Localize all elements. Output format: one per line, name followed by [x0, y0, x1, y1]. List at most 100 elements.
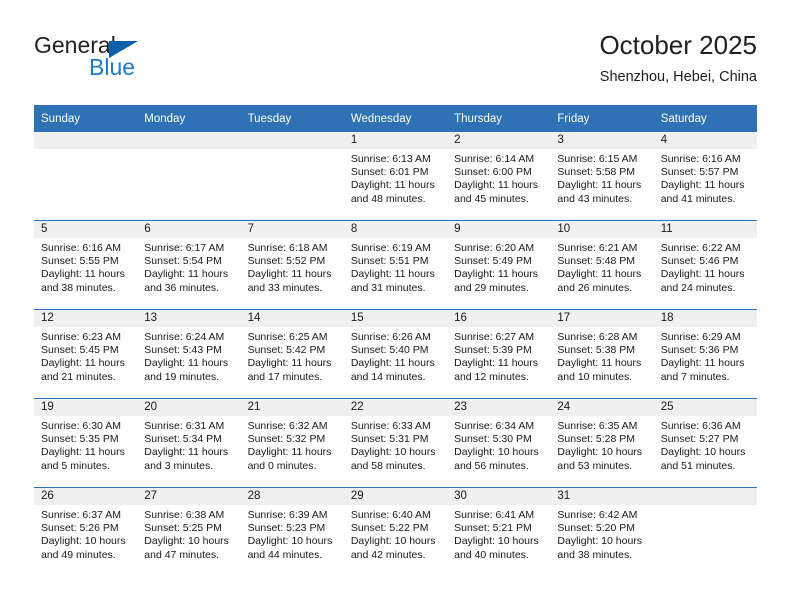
calendar-day-cell[interactable]: 19 Sunrise: 6:30 AM Sunset: 5:35 PM Dayligh…	[34, 398, 138, 488]
calendar-day-cell[interactable]: 13 Sunrise: 6:24 AM Sunset: 5:43 PM Dayligh…	[137, 309, 241, 399]
day-cell-inner	[240, 132, 344, 220]
calendar-day-cell[interactable]: 29 Sunrise: 6:40 AM Sunset: 5:22 PM Dayligh…	[343, 487, 448, 576]
daylight-line-2: and 47 minutes.	[144, 548, 219, 561]
daylight-line-2: and 33 minutes.	[247, 281, 323, 294]
day-details: Sunrise: 6:25 AM Sunset: 5:42 PM Daylight:…	[241, 327, 344, 384]
calendar-day-cell[interactable]: 7 Sunrise: 6:18 AM Sunset: 5:52 PM Daylight…	[240, 220, 344, 310]
calendar-day-cell[interactable]: 8 Sunrise: 6:19 AM Sunset: 5:51 PM Daylight…	[343, 220, 448, 310]
calendar-day-cell[interactable]: 26 Sunrise: 6:37 AM Sunset: 5:26 PM Dayligh…	[34, 487, 138, 576]
calendar-day-cell[interactable]: 31 Sunrise: 6:42 AM Sunset: 5:20 PM Dayligh…	[550, 487, 654, 576]
calendar-day-cell[interactable]: 3 Sunrise: 6:15 AM Sunset: 5:58 PM Daylight…	[550, 132, 654, 221]
calendar-day-cell[interactable]: 18 Sunrise: 6:29 AM Sunset: 5:36 PM Dayligh…	[653, 309, 757, 399]
calendar-day-cell[interactable]: 6 Sunrise: 6:17 AM Sunset: 5:54 PM Daylight…	[137, 220, 241, 310]
sunset-time: Sunset: 5:52 PM	[247, 255, 326, 268]
calendar-day-cell[interactable]: 10 Sunrise: 6:21 AM Sunset: 5:48 PM Dayligh…	[550, 220, 654, 310]
day-number: 29	[343, 488, 448, 505]
day-details: Sunrise: 6:20 AM Sunset: 5:49 PM Daylight:…	[447, 238, 550, 295]
calendar-day-cell[interactable]: 12 Sunrise: 6:23 AM Sunset: 5:45 PM Dayligh…	[34, 309, 138, 399]
day-cell-inner: 31 Sunrise: 6:42 AM Sunset: 5:20 PM Dayligh…	[550, 488, 654, 576]
calendar-day-cell[interactable]: 28 Sunrise: 6:39 AM Sunset: 5:23 PM Dayligh…	[240, 487, 344, 576]
sunset-time: Sunset: 5:38 PM	[557, 344, 636, 357]
day-cell-inner: 3 Sunrise: 6:15 AM Sunset: 5:58 PM Daylight…	[550, 132, 654, 220]
sunrise-time: Sunrise: 6:32 AM	[247, 420, 328, 432]
day-details: Sunrise: 6:35 AM Sunset: 5:28 PM Daylight:…	[550, 416, 653, 473]
day-number	[34, 132, 138, 149]
calendar-day-cell[interactable]: 1 Sunrise: 6:13 AM Sunset: 6:01 PM Daylight…	[343, 132, 448, 221]
general-blue-logo[interactable]: General Blue	[34, 28, 264, 90]
day-number: 30	[447, 488, 551, 505]
daylight-line-2: and 40 minutes.	[454, 548, 529, 561]
day-number: 14	[240, 310, 344, 327]
day-number: 21	[240, 399, 344, 416]
day-cell-inner: 28 Sunrise: 6:39 AM Sunset: 5:23 PM Dayligh…	[240, 488, 344, 576]
daylight-line-2: and 38 minutes.	[41, 281, 116, 294]
day-cell-inner: 4 Sunrise: 6:16 AM Sunset: 5:57 PM Daylight…	[653, 132, 757, 220]
day-number: 7	[240, 221, 344, 238]
daylight-line-2: and 38 minutes.	[557, 548, 633, 561]
day-number: 10	[550, 221, 654, 238]
daylight-line-1: Daylight: 10 hours	[557, 446, 643, 459]
daylight-line-1: Daylight: 11 hours	[350, 268, 435, 281]
calendar-day-cell[interactable]: 11 Sunrise: 6:22 AM Sunset: 5:46 PM Dayligh…	[653, 220, 757, 310]
calendar-day-cell[interactable]: 4 Sunrise: 6:16 AM Sunset: 5:57 PM Daylight…	[653, 132, 757, 221]
sunrise-time: Sunrise: 6:20 AM	[454, 242, 535, 254]
calendar-day-cell[interactable]: 22 Sunrise: 6:33 AM Sunset: 5:31 PM Dayligh…	[343, 398, 448, 488]
sunset-time: Sunset: 5:39 PM	[454, 344, 532, 357]
daylight-line-1: Daylight: 11 hours	[144, 268, 229, 281]
day-number: 24	[550, 399, 654, 416]
calendar-day-cell[interactable]: 16 Sunrise: 6:27 AM Sunset: 5:39 PM Dayligh…	[447, 309, 551, 399]
day-details: Sunrise: 6:24 AM Sunset: 5:43 PM Daylight:…	[137, 327, 240, 384]
calendar-day-cell[interactable]: 23 Sunrise: 6:34 AM Sunset: 5:30 PM Dayligh…	[447, 398, 551, 488]
calendar-day-cell[interactable]: 17 Sunrise: 6:28 AM Sunset: 5:38 PM Dayligh…	[550, 309, 654, 399]
day-number: 18	[653, 310, 757, 327]
day-cell-inner: 7 Sunrise: 6:18 AM Sunset: 5:52 PM Daylight…	[240, 221, 344, 309]
calendar-day-cell[interactable]: 14 Sunrise: 6:25 AM Sunset: 5:42 PM Dayligh…	[240, 309, 344, 399]
sunrise-time: Sunrise: 6:16 AM	[41, 242, 121, 254]
sunrise-time: Sunrise: 6:21 AM	[557, 242, 638, 254]
daylight-line-2: and 21 minutes.	[41, 370, 116, 383]
day-details: Sunrise: 6:22 AM Sunset: 5:46 PM Daylight:…	[654, 238, 757, 295]
sunrise-time: Sunrise: 6:13 AM	[350, 153, 431, 165]
sunrise-time: Sunrise: 6:39 AM	[247, 509, 328, 521]
calendar-empty-cell	[137, 132, 241, 221]
day-details: Sunrise: 6:39 AM Sunset: 5:23 PM Daylight:…	[241, 505, 344, 562]
daylight-line-1: Daylight: 11 hours	[247, 357, 332, 370]
calendar-day-cell[interactable]: 30 Sunrise: 6:41 AM Sunset: 5:21 PM Dayligh…	[447, 487, 551, 576]
sunset-time: Sunset: 5:34 PM	[144, 433, 222, 446]
day-details: Sunrise: 6:15 AM Sunset: 5:58 PM Daylight:…	[550, 149, 653, 206]
sunrise-time: Sunrise: 6:18 AM	[247, 242, 328, 254]
day-number: 28	[240, 488, 344, 505]
daylight-line-2: and 7 minutes.	[660, 370, 730, 383]
sunset-time: Sunset: 5:43 PM	[144, 344, 222, 357]
day-number: 12	[34, 310, 138, 327]
day-details: Sunrise: 6:40 AM Sunset: 5:22 PM Daylight:…	[344, 505, 447, 562]
daylight-line-2: and 48 minutes.	[350, 192, 426, 205]
daylight-line-2: and 3 minutes.	[144, 459, 214, 472]
sunrise-time: Sunrise: 6:16 AM	[660, 153, 741, 165]
calendar-day-cell[interactable]: 24 Sunrise: 6:35 AM Sunset: 5:28 PM Dayligh…	[550, 398, 654, 488]
daylight-line-2: and 56 minutes.	[454, 459, 529, 472]
day-details: Sunrise: 6:28 AM Sunset: 5:38 PM Daylight:…	[550, 327, 653, 384]
sunrise-time: Sunrise: 6:30 AM	[41, 420, 121, 432]
calendar-body: 1 Sunrise: 6:13 AM Sunset: 6:01 PM Daylight…	[34, 132, 757, 576]
sunrise-time: Sunrise: 6:31 AM	[144, 420, 225, 432]
calendar-day-cell[interactable]: 25 Sunrise: 6:36 AM Sunset: 5:27 PM Dayligh…	[653, 398, 757, 488]
calendar-day-cell[interactable]: 20 Sunrise: 6:31 AM Sunset: 5:34 PM Dayligh…	[137, 398, 241, 488]
calendar-empty-cell	[34, 132, 138, 221]
calendar-day-cell[interactable]: 15 Sunrise: 6:26 AM Sunset: 5:40 PM Dayligh…	[343, 309, 448, 399]
daylight-line-1: Daylight: 10 hours	[41, 535, 126, 548]
daylight-line-2: and 41 minutes.	[660, 192, 736, 205]
calendar-day-cell[interactable]: 2 Sunrise: 6:14 AM Sunset: 6:00 PM Daylight…	[447, 132, 551, 221]
day-cell-inner: 14 Sunrise: 6:25 AM Sunset: 5:42 PM Dayligh…	[240, 310, 344, 398]
calendar-day-cell[interactable]: 27 Sunrise: 6:38 AM Sunset: 5:25 PM Dayligh…	[137, 487, 241, 576]
daylight-line-2: and 49 minutes.	[41, 548, 116, 561]
sunset-time: Sunset: 5:21 PM	[454, 522, 532, 535]
daylight-line-2: and 5 minutes.	[41, 459, 110, 472]
day-cell-inner: 21 Sunrise: 6:32 AM Sunset: 5:32 PM Dayligh…	[240, 399, 344, 487]
sunset-time: Sunset: 5:36 PM	[660, 344, 739, 357]
calendar-day-cell[interactable]: 9 Sunrise: 6:20 AM Sunset: 5:49 PM Daylight…	[447, 220, 551, 310]
calendar-day-cell[interactable]: 5 Sunrise: 6:16 AM Sunset: 5:55 PM Daylight…	[34, 220, 138, 310]
sunrise-time: Sunrise: 6:19 AM	[350, 242, 431, 254]
day-number: 22	[343, 399, 448, 416]
calendar-day-cell[interactable]: 21 Sunrise: 6:32 AM Sunset: 5:32 PM Dayligh…	[240, 398, 344, 488]
